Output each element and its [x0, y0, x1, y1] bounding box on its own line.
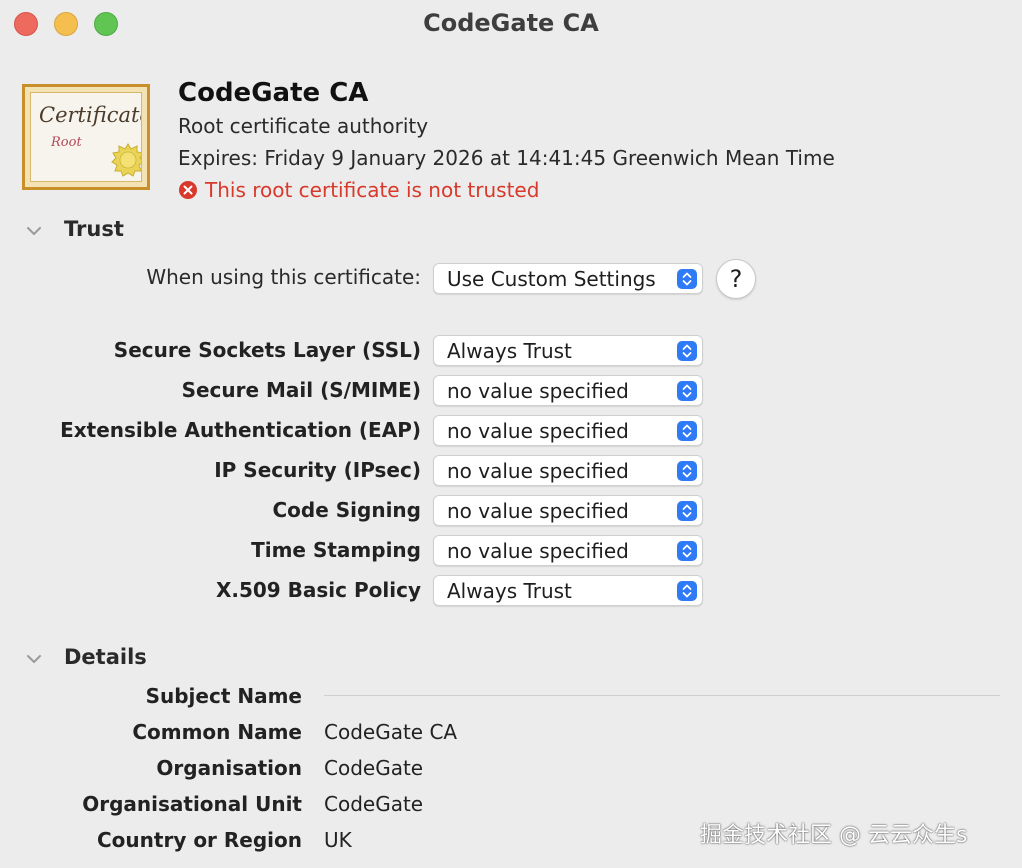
policy-select-code-signing[interactable]: no value specified — [433, 495, 703, 526]
certificate-icon-root: Root — [51, 135, 82, 150]
policy-label-ssl: Secure Sockets Layer (SSL) — [113, 338, 421, 362]
policy-select-eap[interactable]: no value specified — [433, 415, 703, 446]
policy-label-code-signing: Code Signing — [272, 498, 422, 522]
policy-label-smime: Secure Mail (S/MIME) — [181, 378, 421, 402]
policy-label-time-stamping: Time Stamping — [251, 538, 421, 562]
seal-icon — [111, 143, 141, 177]
policy-label-x509: X.509 Basic Policy — [215, 578, 421, 602]
updown-chevron-icon — [677, 541, 697, 561]
subject-name-label: Subject Name — [145, 684, 302, 708]
policy-select-ipsec[interactable]: no value specified — [433, 455, 703, 486]
title-bar: CodeGate CA — [0, 0, 1022, 48]
detail-value-org-unit: CodeGate — [324, 792, 424, 816]
policy-value-code-signing: no value specified — [447, 499, 629, 523]
detail-value-common-name: CodeGate CA — [324, 720, 458, 744]
updown-chevron-icon — [677, 581, 697, 601]
detail-label-country: Country or Region — [97, 828, 302, 852]
policy-select-smime[interactable]: no value specified — [433, 375, 703, 406]
detail-value-country: UK — [324, 828, 352, 852]
when-using-select[interactable]: Use Custom Settings — [433, 263, 703, 294]
updown-chevron-icon — [677, 269, 697, 289]
updown-chevron-icon — [677, 341, 697, 361]
policy-select-x509[interactable]: Always Trust — [433, 575, 703, 606]
policy-label-ipsec: IP Security (IPsec) — [214, 458, 421, 482]
chevron-down-icon[interactable] — [24, 221, 44, 241]
certificate-name: CodeGate CA — [178, 78, 369, 108]
policy-value-smime: no value specified — [447, 379, 629, 403]
detail-label-organisation: Organisation — [156, 756, 302, 780]
window-title: CodeGate CA — [423, 9, 599, 37]
policy-select-time-stamping[interactable]: no value specified — [433, 535, 703, 566]
subject-name-divider — [324, 695, 1000, 696]
updown-chevron-icon — [677, 461, 697, 481]
when-using-label: When using this certificate: — [146, 265, 421, 289]
policy-label-eap: Extensible Authentication (EAP) — [60, 418, 421, 442]
details-section-label[interactable]: Details — [64, 645, 147, 669]
detail-label-common-name: Common Name — [132, 720, 302, 744]
certificate-expiry: Expires: Friday 9 January 2026 at 14:41:… — [178, 146, 835, 170]
when-using-value: Use Custom Settings — [447, 267, 656, 291]
error-icon — [179, 181, 197, 199]
policy-value-eap: no value specified — [447, 419, 629, 443]
policy-value-ipsec: no value specified — [447, 459, 629, 483]
updown-chevron-icon — [677, 421, 697, 441]
updown-chevron-icon — [677, 501, 697, 521]
trust-section-label[interactable]: Trust — [64, 217, 124, 241]
watermark: 掘金技术社区 @ 云云众生s — [700, 823, 968, 848]
trust-warning-text: This root certificate is not trusted — [205, 178, 540, 202]
policy-select-ssl[interactable]: Always Trust — [433, 335, 703, 366]
certificate-window: CodeGate CA Certificate Root CodeGate CA… — [0, 0, 1022, 868]
detail-label-org-unit: Organisational Unit — [82, 792, 302, 816]
certificate-icon: Certificate Root — [22, 84, 150, 190]
policy-value-time-stamping: no value specified — [447, 539, 629, 563]
policy-value-x509: Always Trust — [447, 579, 572, 603]
certificate-icon-word: Certificate — [39, 103, 142, 127]
policy-value-ssl: Always Trust — [447, 339, 572, 363]
trust-warning: This root certificate is not trusted — [178, 178, 539, 202]
certificate-kind: Root certificate authority — [178, 114, 429, 138]
updown-chevron-icon — [677, 381, 697, 401]
help-button[interactable]: ? — [716, 259, 756, 299]
detail-value-organisation: CodeGate — [324, 756, 424, 780]
chevron-down-icon[interactable] — [24, 649, 44, 669]
